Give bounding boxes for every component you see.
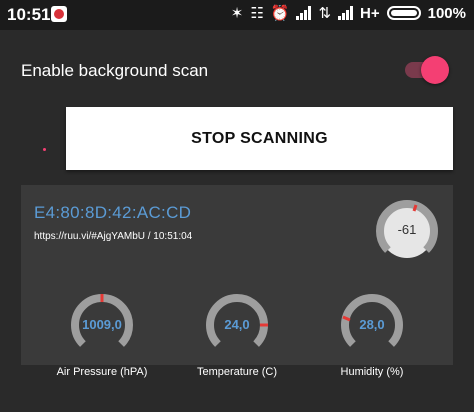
pressure-label: Air Pressure (hPA) bbox=[56, 366, 148, 378]
bluetooth-icon: ✶ bbox=[230, 5, 244, 22]
switch-thumb bbox=[421, 56, 449, 84]
rssi-marker bbox=[412, 204, 418, 212]
temperature-value: 24,0 bbox=[224, 317, 250, 332]
rssi-gauge: -61 bbox=[375, 199, 439, 263]
tag-mac-address: E4:80:8D:42:AC:CD bbox=[34, 203, 192, 222]
ripple-dot bbox=[43, 148, 46, 151]
humidity-label: Humidity (%) bbox=[340, 366, 404, 378]
vibrate-icon: ☷ bbox=[250, 5, 264, 22]
temperature-gauge: 24,0 bbox=[205, 293, 269, 357]
tag-card[interactable]: E4:80:8D:42:AC:CD https://ruu.vi/#AjgYAM… bbox=[21, 185, 453, 378]
battery-percent: 100% bbox=[427, 4, 466, 22]
humidity-gauge: 28,0 bbox=[340, 293, 404, 357]
data-transfer-icon: ⇅ bbox=[318, 5, 332, 22]
rssi-value: -61 bbox=[397, 222, 417, 237]
network-type: H+ bbox=[360, 4, 380, 22]
pressure-gauge: 1009,0 bbox=[70, 293, 134, 357]
main-content: Enable background scan STOP SCANNING E4:… bbox=[0, 30, 474, 412]
battery-icon bbox=[386, 6, 421, 20]
temperature-label: Temperature (C) bbox=[196, 366, 278, 378]
alarm-icon: ⏰ bbox=[270, 5, 290, 22]
background-scan-label: Enable background scan bbox=[21, 61, 209, 80]
tag-url-time[interactable]: https://ruu.vi/#AjgYAMbU / 10:51:04 bbox=[34, 231, 192, 242]
status-icons: ✶ ☷ ⏰ ⇅ H+ 100% bbox=[230, 4, 466, 23]
stop-scanning-button[interactable]: STOP SCANNING bbox=[66, 107, 453, 170]
background-scan-switch[interactable] bbox=[405, 56, 449, 84]
status-bar: 10:51 ✶ ☷ ⏰ ⇅ H+ 100% bbox=[0, 0, 474, 30]
humidity-value: 28,0 bbox=[359, 317, 385, 332]
app-notification-icon bbox=[51, 6, 67, 22]
signal-icon-2 bbox=[338, 6, 354, 20]
signal-icon-1 bbox=[296, 6, 312, 20]
pressure-value: 1009,0 bbox=[82, 317, 122, 332]
status-time: 10:51 bbox=[7, 5, 51, 24]
